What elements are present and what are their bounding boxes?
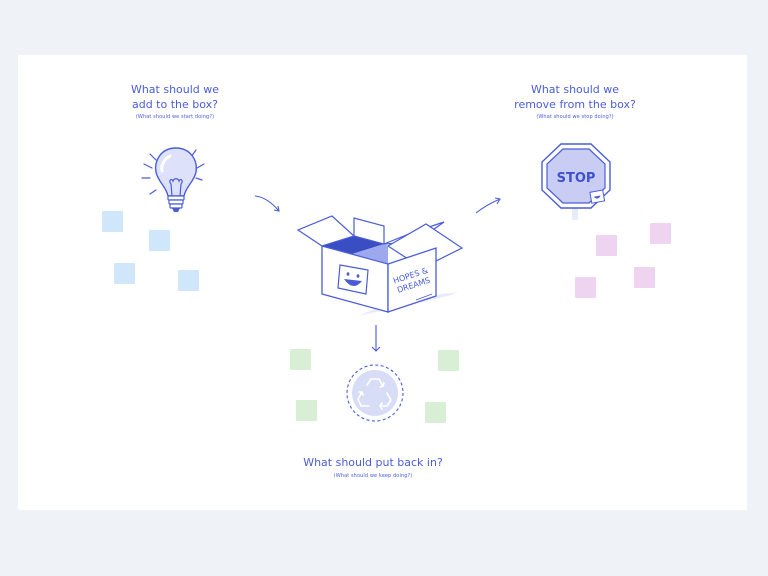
stop-sign-icon: STOP	[541, 143, 611, 220]
sticky-note[interactable]	[634, 267, 655, 288]
remove-section-title: What should we remove from the box?	[514, 83, 636, 111]
arrow-to-stop	[475, 197, 501, 214]
sticky-note[interactable]	[425, 402, 446, 423]
add-section-title: What should we add to the box?	[130, 83, 220, 111]
recycle-icon	[346, 364, 404, 422]
sticky-note[interactable]	[575, 277, 596, 298]
sticky-note[interactable]	[114, 263, 135, 284]
box-icon: HOPES & DREAMS	[296, 215, 464, 316]
sticky-note[interactable]	[149, 230, 170, 251]
add-section-hint: (What should we start doing?)	[135, 114, 215, 120]
sticky-note[interactable]	[438, 350, 459, 371]
stop-sign-label: STOP	[557, 171, 596, 186]
lightbulb-icon	[141, 147, 205, 212]
sticky-note[interactable]	[296, 400, 317, 421]
keep-section-hint: (What should we keep doing?)	[333, 473, 413, 479]
retro-board: What should we add to the box? (What sho…	[18, 55, 747, 510]
sticky-note[interactable]	[178, 270, 199, 291]
arrow-to-recycle	[371, 325, 381, 352]
sticky-note[interactable]	[650, 223, 671, 244]
sticky-note[interactable]	[290, 349, 311, 370]
sticky-note[interactable]	[102, 211, 123, 232]
remove-section-hint: (What should we stop doing?)	[536, 114, 614, 120]
sticky-note[interactable]	[596, 235, 617, 256]
arrow-to-box	[254, 195, 280, 212]
smiley-sticker-icon	[589, 189, 606, 204]
keep-section-title: What should put back in?	[303, 456, 443, 469]
